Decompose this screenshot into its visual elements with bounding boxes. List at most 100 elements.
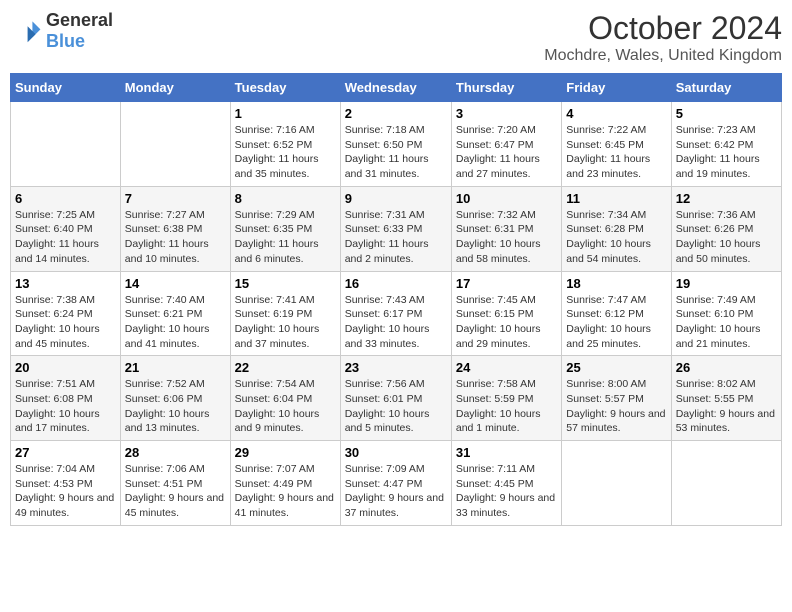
calendar-cell: 21 Sunrise: 7:52 AMSunset: 6:06 PMDayligh…	[120, 356, 230, 441]
day-number: 18	[566, 276, 666, 291]
month-title: October 2024	[544, 10, 782, 47]
day-header-saturday: Saturday	[671, 74, 781, 102]
calendar-cell	[562, 441, 671, 526]
calendar-cell: 4 Sunrise: 7:22 AMSunset: 6:45 PMDaylight…	[562, 102, 671, 187]
day-info: Sunrise: 7:31 AMSunset: 6:33 PMDaylight:…	[345, 208, 447, 267]
calendar-cell: 30 Sunrise: 7:09 AMSunset: 4:47 PMDayligh…	[340, 441, 451, 526]
day-number: 7	[125, 191, 226, 206]
logo-text: General Blue	[46, 10, 113, 52]
calendar-cell: 7Sunrise: 7:27 AMSunset: 6:38 PMDaylight…	[120, 186, 230, 271]
day-info: Sunrise: 7:41 AMSunset: 6:19 PMDaylight:…	[235, 293, 336, 352]
day-info: Sunrise: 8:00 AMSunset: 5:57 PMDaylight:…	[566, 377, 666, 436]
day-number: 1	[235, 106, 336, 121]
day-info: Sunrise: 7:20 AMSunset: 6:47 PMDaylight:…	[456, 123, 557, 182]
calendar-cell: 13 Sunrise: 7:38 AMSunset: 6:24 PMDayligh…	[11, 271, 121, 356]
calendar-cell: 10 Sunrise: 7:32 AMSunset: 6:31 PMDayligh…	[451, 186, 561, 271]
header: General Blue October 2024 Mochdre, Wales…	[10, 10, 782, 65]
calendar-cell: 12 Sunrise: 7:36 AMSunset: 6:26 PMDayligh…	[671, 186, 781, 271]
day-info: Sunrise: 7:47 AMSunset: 6:12 PMDaylight:…	[566, 293, 666, 352]
day-number: 14	[125, 276, 226, 291]
day-number: 28	[125, 445, 226, 460]
calendar-cell	[671, 441, 781, 526]
week-row-4: 20 Sunrise: 7:51 AMSunset: 6:08 PMDayligh…	[11, 356, 782, 441]
day-number: 12	[676, 191, 777, 206]
day-number: 15	[235, 276, 336, 291]
calendar-cell: 2 Sunrise: 7:18 AMSunset: 6:50 PMDaylight…	[340, 102, 451, 187]
calendar-cell: 28Sunrise: 7:06 AMSunset: 4:51 PMDayligh…	[120, 441, 230, 526]
calendar-cell	[11, 102, 121, 187]
week-row-1: 1 Sunrise: 7:16 AMSunset: 6:52 PMDaylight…	[11, 102, 782, 187]
day-info: Sunrise: 7:38 AMSunset: 6:24 PMDaylight:…	[15, 293, 116, 352]
day-number: 23	[345, 360, 447, 375]
calendar-cell: 6Sunrise: 7:25 AMSunset: 6:40 PMDaylight…	[11, 186, 121, 271]
calendar-cell: 19 Sunrise: 7:49 AMSunset: 6:10 PMDayligh…	[671, 271, 781, 356]
day-number: 31	[456, 445, 557, 460]
day-info: Sunrise: 7:07 AMSunset: 4:49 PMDaylight:…	[235, 462, 336, 521]
day-info: Sunrise: 7:29 AMSunset: 6:35 PMDaylight:…	[235, 208, 336, 267]
day-number: 10	[456, 191, 557, 206]
day-info: Sunrise: 7:09 AMSunset: 4:47 PMDaylight:…	[345, 462, 447, 521]
calendar-cell: 27Sunrise: 7:04 AMSunset: 4:53 PMDayligh…	[11, 441, 121, 526]
day-number: 17	[456, 276, 557, 291]
calendar-cell: 20 Sunrise: 7:51 AMSunset: 6:08 PMDayligh…	[11, 356, 121, 441]
day-header-thursday: Thursday	[451, 74, 561, 102]
day-info: Sunrise: 7:36 AMSunset: 6:26 PMDaylight:…	[676, 208, 777, 267]
day-number: 3	[456, 106, 557, 121]
day-number: 20	[15, 360, 116, 375]
calendar-cell: 17 Sunrise: 7:45 AMSunset: 6:15 PMDayligh…	[451, 271, 561, 356]
calendar-cell: 25 Sunrise: 8:00 AMSunset: 5:57 PMDayligh…	[562, 356, 671, 441]
day-info: Sunrise: 7:22 AMSunset: 6:45 PMDaylight:…	[566, 123, 666, 182]
day-info: Sunrise: 7:25 AMSunset: 6:40 PMDaylight:…	[15, 208, 116, 267]
day-info: Sunrise: 7:56 AMSunset: 6:01 PMDaylight:…	[345, 377, 447, 436]
day-info: Sunrise: 7:45 AMSunset: 6:15 PMDaylight:…	[456, 293, 557, 352]
day-header-friday: Friday	[562, 74, 671, 102]
day-info: Sunrise: 7:18 AMSunset: 6:50 PMDaylight:…	[345, 123, 447, 182]
day-number: 25	[566, 360, 666, 375]
day-info: Sunrise: 7:43 AMSunset: 6:17 PMDaylight:…	[345, 293, 447, 352]
day-number: 29	[235, 445, 336, 460]
day-number: 2	[345, 106, 447, 121]
day-info: Sunrise: 7:52 AMSunset: 6:06 PMDaylight:…	[125, 377, 226, 436]
calendar-cell: 24Sunrise: 7:58 AMSunset: 5:59 PMDayligh…	[451, 356, 561, 441]
day-info: Sunrise: 7:34 AMSunset: 6:28 PMDaylight:…	[566, 208, 666, 267]
day-number: 13	[15, 276, 116, 291]
calendar-cell: 3 Sunrise: 7:20 AMSunset: 6:47 PMDaylight…	[451, 102, 561, 187]
day-number: 24	[456, 360, 557, 375]
calendar-cell: 9 Sunrise: 7:31 AMSunset: 6:33 PMDaylight…	[340, 186, 451, 271]
week-row-5: 27Sunrise: 7:04 AMSunset: 4:53 PMDayligh…	[11, 441, 782, 526]
day-number: 22	[235, 360, 336, 375]
calendar-cell: 11Sunrise: 7:34 AMSunset: 6:28 PMDayligh…	[562, 186, 671, 271]
calendar-cell: 16 Sunrise: 7:43 AMSunset: 6:17 PMDayligh…	[340, 271, 451, 356]
day-number: 8	[235, 191, 336, 206]
day-number: 9	[345, 191, 447, 206]
week-row-2: 6Sunrise: 7:25 AMSunset: 6:40 PMDaylight…	[11, 186, 782, 271]
day-info: Sunrise: 7:23 AMSunset: 6:42 PMDaylight:…	[676, 123, 777, 182]
day-number: 19	[676, 276, 777, 291]
title-area: October 2024 Mochdre, Wales, United King…	[544, 10, 782, 65]
day-number: 5	[676, 106, 777, 121]
day-info: Sunrise: 7:16 AMSunset: 6:52 PMDaylight:…	[235, 123, 336, 182]
day-info: Sunrise: 7:49 AMSunset: 6:10 PMDaylight:…	[676, 293, 777, 352]
day-info: Sunrise: 7:54 AMSunset: 6:04 PMDaylight:…	[235, 377, 336, 436]
calendar-cell: 15 Sunrise: 7:41 AMSunset: 6:19 PMDayligh…	[230, 271, 340, 356]
calendar-cell: 26Sunrise: 8:02 AMSunset: 5:55 PMDayligh…	[671, 356, 781, 441]
logo-blue: Blue	[46, 31, 85, 51]
calendar-cell: 18 Sunrise: 7:47 AMSunset: 6:12 PMDayligh…	[562, 271, 671, 356]
day-info: Sunrise: 7:51 AMSunset: 6:08 PMDaylight:…	[15, 377, 116, 436]
day-header-monday: Monday	[120, 74, 230, 102]
day-info: Sunrise: 7:11 AMSunset: 4:45 PMDaylight:…	[456, 462, 557, 521]
calendar-cell: 31 Sunrise: 7:11 AMSunset: 4:45 PMDayligh…	[451, 441, 561, 526]
calendar-cell	[120, 102, 230, 187]
day-number: 27	[15, 445, 116, 460]
day-number: 16	[345, 276, 447, 291]
day-number: 30	[345, 445, 447, 460]
day-headers-row: SundayMondayTuesdayWednesdayThursdayFrid…	[11, 74, 782, 102]
week-row-3: 13 Sunrise: 7:38 AMSunset: 6:24 PMDayligh…	[11, 271, 782, 356]
day-number: 4	[566, 106, 666, 121]
logo: General Blue	[10, 10, 113, 52]
logo-general: General	[46, 10, 113, 30]
day-info: Sunrise: 7:32 AMSunset: 6:31 PMDaylight:…	[456, 208, 557, 267]
day-number: 21	[125, 360, 226, 375]
day-info: Sunrise: 8:02 AMSunset: 5:55 PMDaylight:…	[676, 377, 777, 436]
logo-icon	[10, 15, 42, 47]
